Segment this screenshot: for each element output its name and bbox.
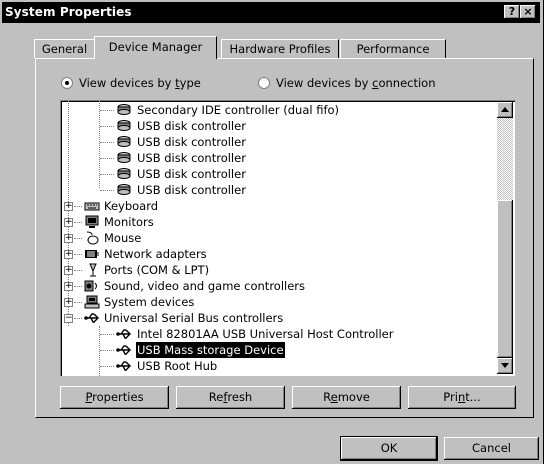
tree-item-monitors[interactable]: + Monitors xyxy=(60,214,490,230)
help-button[interactable]: ? xyxy=(504,5,520,19)
tree-item-sound-video-game[interactable]: + Sound, video and game controllers xyxy=(60,278,490,294)
tree-item-intel-usb-host[interactable]: Intel 82801AA USB Universal Host Control… xyxy=(60,326,490,342)
title-bar[interactable]: System Properties ? × xyxy=(2,2,540,23)
tree-item-usb-controllers[interactable]: − Universal Serial Bus controllers xyxy=(60,310,490,326)
properties-button[interactable]: Properties xyxy=(60,386,169,409)
tree-item-usb-disk-controller[interactable]: USB disk controller xyxy=(60,118,490,134)
vertical-scrollbar[interactable] xyxy=(497,102,513,374)
tree-item-system-devices[interactable]: + System devices xyxy=(60,294,490,310)
usb-icon xyxy=(116,329,131,339)
disk-controller-icon xyxy=(117,184,131,195)
print-button[interactable]: Print... xyxy=(408,386,516,409)
view-by-connection-label: View devices by connection xyxy=(276,76,436,90)
radio-selected-icon xyxy=(61,77,73,89)
device-tree[interactable]: Secondary IDE controller (dual fifo) USB… xyxy=(60,100,515,376)
tree-item-network-adapters[interactable]: + Network adapters xyxy=(60,246,490,262)
close-button[interactable]: × xyxy=(520,5,536,19)
usb-icon xyxy=(84,313,99,323)
tab-device-manager[interactable]: Device Manager xyxy=(94,36,217,59)
tree-item-usb-disk-controller[interactable]: USB disk controller xyxy=(60,166,490,182)
window-title: System Properties xyxy=(5,5,132,19)
arrow-down-icon xyxy=(501,363,509,368)
mouse-icon xyxy=(86,231,99,245)
tree-item-usb-disk-controller[interactable]: USB disk controller xyxy=(60,134,490,150)
usb-icon xyxy=(116,345,131,355)
expand-icon[interactable]: + xyxy=(64,234,73,243)
tree-item-mouse[interactable]: + Mouse xyxy=(60,230,490,246)
tree-item-usb-mass-storage[interactable]: USB Mass storage Device xyxy=(60,341,490,359)
radio-unselected-icon xyxy=(258,77,270,89)
ok-button[interactable]: OK xyxy=(341,437,437,460)
arrow-up-icon xyxy=(501,107,509,112)
cancel-button[interactable]: Cancel xyxy=(444,437,539,460)
disk-controller-icon xyxy=(117,104,131,115)
remove-button[interactable]: Remove xyxy=(292,386,401,409)
disk-controller-icon xyxy=(117,120,131,131)
tab-hardware-profiles[interactable]: Hardware Profiles xyxy=(221,39,339,58)
tree-item-keyboard[interactable]: + Keyboard xyxy=(60,198,490,214)
expand-icon[interactable]: + xyxy=(64,298,73,307)
tree-item-secondary-ide[interactable]: Secondary IDE controller (dual fifo) xyxy=(60,102,490,118)
scroll-thumb[interactable] xyxy=(497,200,513,358)
expand-icon[interactable]: + xyxy=(64,266,73,275)
tree-item-ports[interactable]: + Ports (COM & LPT) xyxy=(60,262,490,278)
network-adapter-icon xyxy=(85,250,99,258)
sound-icon xyxy=(84,280,97,292)
tab-performance[interactable]: Performance xyxy=(340,39,446,58)
system-properties-window: System Properties ? × General Device Man… xyxy=(0,0,544,464)
usb-icon xyxy=(116,361,131,371)
tree-item-usb-disk-controller[interactable]: USB disk controller xyxy=(60,150,490,166)
scroll-up-button[interactable] xyxy=(497,102,513,118)
expand-icon[interactable]: + xyxy=(64,218,73,227)
expand-icon[interactable]: + xyxy=(64,250,73,259)
collapse-icon[interactable]: − xyxy=(64,314,73,323)
computer-icon xyxy=(84,295,100,309)
monitor-icon xyxy=(85,215,99,228)
port-icon xyxy=(89,263,97,277)
expand-icon[interactable]: + xyxy=(64,202,73,211)
disk-controller-icon xyxy=(117,168,131,179)
tree-item-usb-disk-controller[interactable]: USB disk controller xyxy=(60,182,490,198)
tree-item-usb-root-hub[interactable]: USB Root Hub xyxy=(60,358,490,374)
expand-icon[interactable]: + xyxy=(64,282,73,291)
keyboard-icon xyxy=(84,202,100,211)
view-by-type-label: View devices by type xyxy=(79,76,201,90)
scroll-down-button[interactable] xyxy=(497,358,513,374)
disk-controller-icon xyxy=(117,136,131,147)
tab-general[interactable]: General xyxy=(34,39,95,58)
refresh-button[interactable]: Refresh xyxy=(176,386,285,409)
disk-controller-icon xyxy=(117,152,131,163)
